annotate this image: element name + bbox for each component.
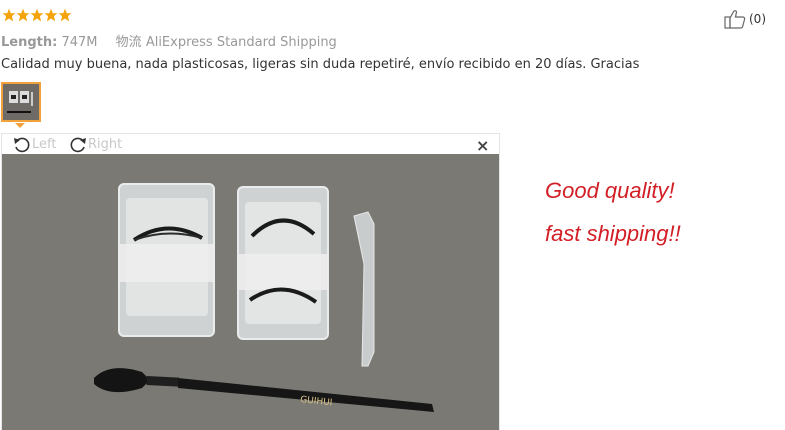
shipping-label: 物流 — [115, 35, 142, 50]
thumbs-up-icon — [724, 10, 746, 29]
overlay-good-quality: Good quality! — [545, 178, 675, 203]
viewer-toolbar: Left Right × — [2, 134, 499, 155]
length-value: 747M — [61, 35, 98, 50]
review-text: Calidad muy buena, nada plasticosas, lig… — [1, 57, 640, 72]
thumbnail-caret — [15, 123, 25, 128]
star-icon — [44, 8, 58, 22]
length-label: Length: — [1, 35, 58, 50]
review-photo: GUIHUI — [2, 154, 499, 430]
rotate-left-button[interactable]: Left — [12, 135, 56, 153]
thumbnail-image — [3, 84, 39, 120]
rotate-right-button[interactable]: Right — [68, 135, 122, 153]
star-icon — [16, 8, 30, 22]
rotate-left-icon — [14, 137, 30, 153]
review-meta: Length: 747M 物流 AliExpress Standard Ship… — [1, 31, 337, 50]
star-icon — [58, 8, 72, 22]
shipping-value: AliExpress Standard Shipping — [145, 35, 337, 50]
lash-box-left — [118, 183, 215, 337]
like-count: (0) — [749, 12, 766, 26]
rotate-right-label: Right — [88, 136, 123, 152]
lash-box-right — [237, 186, 329, 340]
photo-viewer: Left Right × GUIHUI — [1, 133, 500, 430]
rating-stars — [2, 8, 72, 22]
close-button[interactable]: × — [476, 136, 489, 155]
like-button[interactable]: (0) — [724, 9, 766, 29]
rotate-left-label: Left — [32, 136, 57, 152]
review-photo-thumbnail[interactable] — [1, 82, 41, 122]
overlay-fast-shipping: fast shipping!! — [545, 221, 681, 246]
star-icon — [2, 8, 16, 22]
star-icon — [30, 8, 44, 22]
rotate-right-icon — [70, 137, 86, 153]
